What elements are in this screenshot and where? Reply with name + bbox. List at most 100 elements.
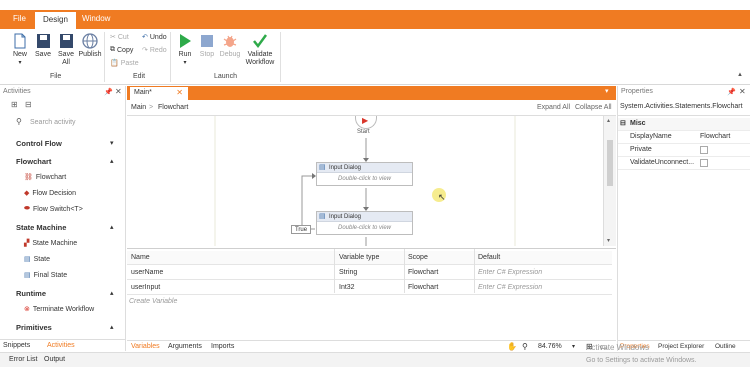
menu-file[interactable]: File bbox=[13, 14, 26, 23]
section-runtime[interactable]: Runtime bbox=[16, 289, 46, 298]
input-dialog-activity[interactable]: ▤ Input Dialog Double-click to view bbox=[316, 211, 413, 235]
properties-panel-title: Properties bbox=[621, 88, 653, 95]
save-all-button[interactable]: Save All bbox=[57, 33, 75, 67]
scroll-up-icon[interactable]: ▴ bbox=[607, 117, 610, 124]
variable-name[interactable]: userInput bbox=[131, 284, 160, 291]
redo-button[interactable]: ↷ Redo bbox=[142, 46, 167, 55]
expand-all-link[interactable]: Expand All bbox=[537, 104, 570, 111]
breadcrumb-flowchart[interactable]: Flowchart bbox=[158, 104, 188, 111]
collapse-category-icon[interactable]: ⊟ bbox=[620, 119, 626, 127]
property-row[interactable]: DisplayName Flowchart bbox=[618, 131, 750, 144]
section-primitives[interactable]: Primitives bbox=[16, 323, 52, 332]
create-variable-link[interactable]: Create Variable bbox=[129, 298, 177, 305]
flowchart-icon: ⛓ bbox=[24, 174, 33, 181]
cut-button[interactable]: ✂ Cut bbox=[110, 33, 129, 42]
properties-category[interactable]: ⊟ Misc bbox=[618, 118, 750, 131]
activity-state-machine[interactable]: ▞ State Machine bbox=[24, 239, 77, 248]
section-control-flow[interactable]: Control Flow bbox=[16, 139, 62, 148]
tab-snippets[interactable]: Snippets bbox=[3, 342, 30, 349]
tab-list-dropdown-icon[interactable]: ▾ bbox=[605, 87, 609, 95]
zoom-search-icon[interactable]: ⚲ bbox=[522, 342, 528, 351]
ribbon: New ▾ Save Save All Publish File ✂ Cut ⧉ Co… bbox=[0, 29, 750, 85]
validate-workflow-button[interactable]: Validate Workflow bbox=[244, 33, 276, 67]
publish-globe-icon bbox=[82, 33, 98, 49]
start-play-icon: ▶ bbox=[362, 116, 369, 125]
create-variable-row[interactable]: Create Variable bbox=[127, 295, 612, 309]
table-row[interactable]: userName String Flowchart Enter C# Expre… bbox=[127, 266, 612, 280]
chevron-up-icon[interactable]: ▴ bbox=[110, 157, 114, 165]
variable-type[interactable]: Int32 bbox=[339, 284, 355, 291]
variable-default-input[interactable]: Enter C# Expression bbox=[478, 284, 542, 291]
property-label: DisplayName bbox=[630, 133, 672, 140]
new-file-icon bbox=[14, 33, 26, 49]
save-button[interactable]: Save bbox=[35, 33, 51, 59]
scroll-down-icon[interactable]: ▾ bbox=[607, 237, 610, 244]
table-row[interactable]: userInput Int32 Flowchart Enter C# Expre… bbox=[127, 281, 612, 295]
pin-icon[interactable]: 📌 bbox=[104, 88, 113, 96]
activity-terminate-workflow[interactable]: ⊗ Terminate Workflow bbox=[24, 305, 94, 314]
private-checkbox[interactable] bbox=[700, 146, 708, 154]
activity-flow-decision[interactable]: ◆ Flow Decision bbox=[24, 189, 76, 198]
activity-final-state[interactable]: ▤ Final State bbox=[24, 271, 67, 280]
stop-button[interactable]: Stop bbox=[198, 33, 216, 59]
collapse-all-icon[interactable]: ⊟ bbox=[25, 100, 32, 109]
properties-panel: Properties 📌 ✕ System.Activities.Stateme… bbox=[617, 86, 750, 351]
column-divider bbox=[404, 249, 405, 293]
tab-error-list[interactable]: Error List bbox=[9, 356, 37, 363]
collapse-ribbon-icon[interactable]: ▲ bbox=[737, 72, 743, 78]
tab-arguments[interactable]: Arguments bbox=[168, 343, 202, 350]
chevron-up-icon[interactable]: ▴ bbox=[110, 223, 114, 231]
scrollbar-thumb[interactable] bbox=[607, 140, 613, 186]
variable-name[interactable]: userName bbox=[131, 269, 163, 276]
input-dialog-icon: ▤ bbox=[319, 164, 326, 171]
menu-design[interactable]: Design bbox=[35, 12, 76, 29]
variable-scope[interactable]: Flowchart bbox=[408, 269, 438, 276]
activity-flow-switch[interactable]: ⬬ Flow Switch<T> bbox=[24, 205, 83, 213]
tab-activities[interactable]: Activities bbox=[47, 342, 75, 349]
run-button[interactable]: Run ▾ bbox=[176, 33, 194, 67]
section-flowchart[interactable]: Flowchart bbox=[16, 157, 51, 166]
property-row[interactable]: Private bbox=[618, 144, 750, 157]
publish-button[interactable]: Publish bbox=[78, 33, 102, 59]
tab-project-explorer[interactable]: Project Explorer bbox=[658, 343, 704, 350]
chevron-up-icon[interactable]: ▴ bbox=[110, 323, 114, 331]
input-dialog-activity[interactable]: ▤ Input Dialog Double-click to view bbox=[316, 162, 413, 186]
breadcrumb-main[interactable]: Main bbox=[131, 104, 146, 111]
close-tab-icon[interactable]: ✕ bbox=[176, 88, 183, 97]
close-icon[interactable]: ✕ bbox=[739, 87, 746, 96]
zoom-dropdown-icon[interactable]: ▾ bbox=[572, 343, 575, 350]
tab-main[interactable]: Main* ✕ bbox=[130, 87, 188, 100]
flowchart-canvas[interactable]: ▶ Start ▤ Input Dialog Double-click to v… bbox=[127, 116, 603, 246]
column-header-name: Name bbox=[131, 254, 150, 261]
menu-window[interactable]: Window bbox=[82, 14, 110, 23]
variable-scope[interactable]: Flowchart bbox=[408, 284, 438, 291]
undo-button[interactable]: ↶ Undo bbox=[142, 33, 167, 42]
new-button[interactable]: New ▾ bbox=[12, 33, 28, 67]
collapse-all-link[interactable]: Collapse All bbox=[575, 104, 612, 111]
activity-hint: Double-click to view bbox=[337, 225, 392, 231]
tab-outline[interactable]: Outline bbox=[715, 343, 736, 350]
designer-vertical-scrollbar[interactable]: ▴ ▾ bbox=[603, 116, 616, 246]
debug-button[interactable]: Debug bbox=[219, 33, 241, 59]
activity-state[interactable]: ▤ State bbox=[24, 255, 50, 264]
property-row[interactable]: ValidateUnconnect... bbox=[618, 157, 750, 170]
close-icon[interactable]: ✕ bbox=[115, 87, 122, 96]
tab-output[interactable]: Output bbox=[44, 356, 65, 363]
paste-button[interactable]: 📋 Paste bbox=[110, 59, 139, 68]
chevron-down-icon[interactable]: ▾ bbox=[110, 139, 114, 147]
validate-unconnected-checkbox[interactable] bbox=[700, 159, 708, 167]
tab-variables[interactable]: Variables bbox=[131, 343, 160, 350]
activity-flowchart[interactable]: ⛓ Flowchart bbox=[24, 173, 66, 182]
pin-icon[interactable]: 📌 bbox=[727, 88, 736, 96]
variable-type[interactable]: String bbox=[339, 269, 357, 276]
pan-hand-icon[interactable]: ✋ bbox=[507, 342, 517, 351]
property-value[interactable]: Flowchart bbox=[700, 133, 730, 140]
tab-imports[interactable]: Imports bbox=[211, 343, 234, 350]
section-state-machine[interactable]: State Machine bbox=[16, 223, 66, 232]
search-activity-field[interactable]: ⚲ Search activity bbox=[8, 116, 120, 130]
variable-default-input[interactable]: Enter C# Expression bbox=[478, 269, 542, 276]
expand-all-icon[interactable]: ⊞ bbox=[11, 100, 18, 109]
chevron-up-icon[interactable]: ▴ bbox=[110, 289, 114, 297]
zoom-level[interactable]: 84.76% bbox=[538, 343, 562, 350]
copy-button[interactable]: ⧉ Copy bbox=[110, 46, 133, 54]
